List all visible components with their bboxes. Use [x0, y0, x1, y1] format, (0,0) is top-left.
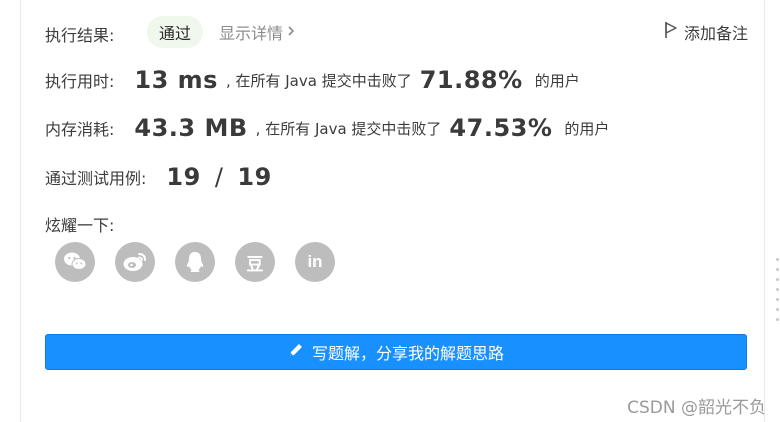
memory-suffix: 的用户 — [564, 119, 610, 138]
qq-icon[interactable] — [175, 242, 215, 282]
share-row: 炫耀一下: — [45, 212, 114, 236]
tests-row: 通过测试用例: 19 / 19 — [45, 163, 272, 191]
add-note-text: 添加备注 — [683, 24, 748, 43]
douban-icon[interactable]: 豆 — [235, 242, 275, 282]
result-tag-text: 通过 — [159, 24, 192, 43]
submission-result-panel: 执行结果: 通过 显示详情 添加备注 执行用时: 13 ms , 在所有 Jav… — [20, 0, 765, 422]
runtime-percent: 71.88% — [419, 66, 523, 94]
weibo-icon[interactable] — [115, 242, 155, 282]
runtime-label: 执行用时: — [45, 72, 115, 91]
show-details-link[interactable]: 显示详情 — [219, 20, 297, 44]
runtime-suffix: 的用户 — [534, 71, 580, 90]
linkedin-icon[interactable]: in — [295, 242, 335, 282]
memory-label: 内存消耗: — [45, 120, 115, 139]
memory-percent: 47.53% — [449, 114, 553, 142]
result-tag: 通过 — [147, 16, 204, 48]
tests-passed: 19 — [166, 163, 201, 191]
scroll-handle[interactable] — [776, 258, 779, 321]
runtime-middle-text: , 在所有 Java 提交中击败了 — [225, 71, 412, 90]
wechat-icon[interactable] — [55, 242, 95, 282]
chevron-right-icon — [285, 23, 297, 42]
pencil-icon — [288, 342, 304, 362]
flag-icon — [664, 21, 678, 43]
add-note-button[interactable]: 添加备注 — [664, 20, 748, 44]
runtime-value: 13 ms — [134, 66, 218, 94]
memory-value: 43.3 MB — [134, 114, 248, 142]
tests-separator: / — [214, 163, 224, 191]
write-solution-button[interactable]: 写题解，分享我的解题思路 — [45, 334, 747, 370]
status-label: 执行结果: — [45, 26, 115, 45]
show-details-text: 显示详情 — [219, 24, 284, 43]
memory-row: 内存消耗: 43.3 MB , 在所有 Java 提交中击败了 47.53% 的… — [45, 114, 609, 142]
tests-label: 通过测试用例: — [45, 169, 147, 188]
share-icons: 豆 in — [55, 242, 335, 282]
memory-middle-text: , 在所有 Java 提交中击败了 — [255, 119, 442, 138]
write-solution-label: 写题解，分享我的解题思路 — [311, 344, 504, 363]
tests-total: 19 — [237, 163, 272, 191]
watermark: CSDN @韶光不负 — [627, 398, 766, 418]
status-row: 执行结果: — [45, 22, 114, 46]
share-label: 炫耀一下: — [45, 216, 115, 235]
runtime-row: 执行用时: 13 ms , 在所有 Java 提交中击败了 71.88% 的用户 — [45, 66, 580, 94]
